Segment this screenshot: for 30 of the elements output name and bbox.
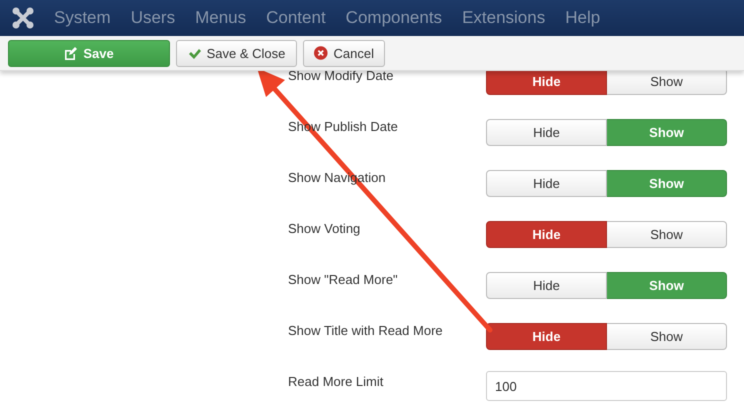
- toggle-option[interactable]: Show: [607, 272, 727, 299]
- field-label: Read More Limit: [288, 373, 384, 391]
- toggle-option[interactable]: Show: [607, 119, 727, 146]
- menu-item[interactable]: System: [44, 8, 121, 28]
- check-icon: [188, 48, 201, 58]
- menu-item[interactable]: Help: [555, 8, 610, 28]
- menu-item[interactable]: Users: [120, 8, 186, 28]
- edit-icon: [64, 46, 78, 60]
- menu-item[interactable]: Menus: [185, 8, 256, 28]
- toggle-option[interactable]: Show: [607, 323, 727, 350]
- toggle-option[interactable]: Hide: [486, 323, 607, 350]
- toggle-option[interactable]: Show: [607, 170, 727, 197]
- toggle-option[interactable]: Hide: [486, 170, 607, 197]
- cancel-button[interactable]: Cancel: [303, 40, 385, 66]
- logo-icon[interactable]: [12, 7, 34, 29]
- toggle-option[interactable]: Show: [607, 221, 727, 248]
- menu-item[interactable]: Extensions: [452, 8, 556, 28]
- menu-item[interactable]: Content: [256, 8, 336, 28]
- field-label: Show Voting: [288, 220, 362, 238]
- field-label: Show Modify Date: [288, 67, 394, 85]
- save-button[interactable]: Save: [8, 40, 170, 66]
- field-label: Show "Read More": [288, 271, 399, 289]
- input-field[interactable]: 100: [486, 371, 727, 401]
- toggle-option[interactable]: Hide: [486, 272, 607, 299]
- toggle-option[interactable]: Hide: [486, 119, 607, 146]
- close-icon: [314, 46, 328, 60]
- field-label: Show Title with Read More: [288, 322, 444, 340]
- toggle-option[interactable]: Hide: [486, 221, 607, 248]
- save-close-button[interactable]: Save & Close: [176, 40, 297, 66]
- menu-item[interactable]: Components: [336, 8, 452, 28]
